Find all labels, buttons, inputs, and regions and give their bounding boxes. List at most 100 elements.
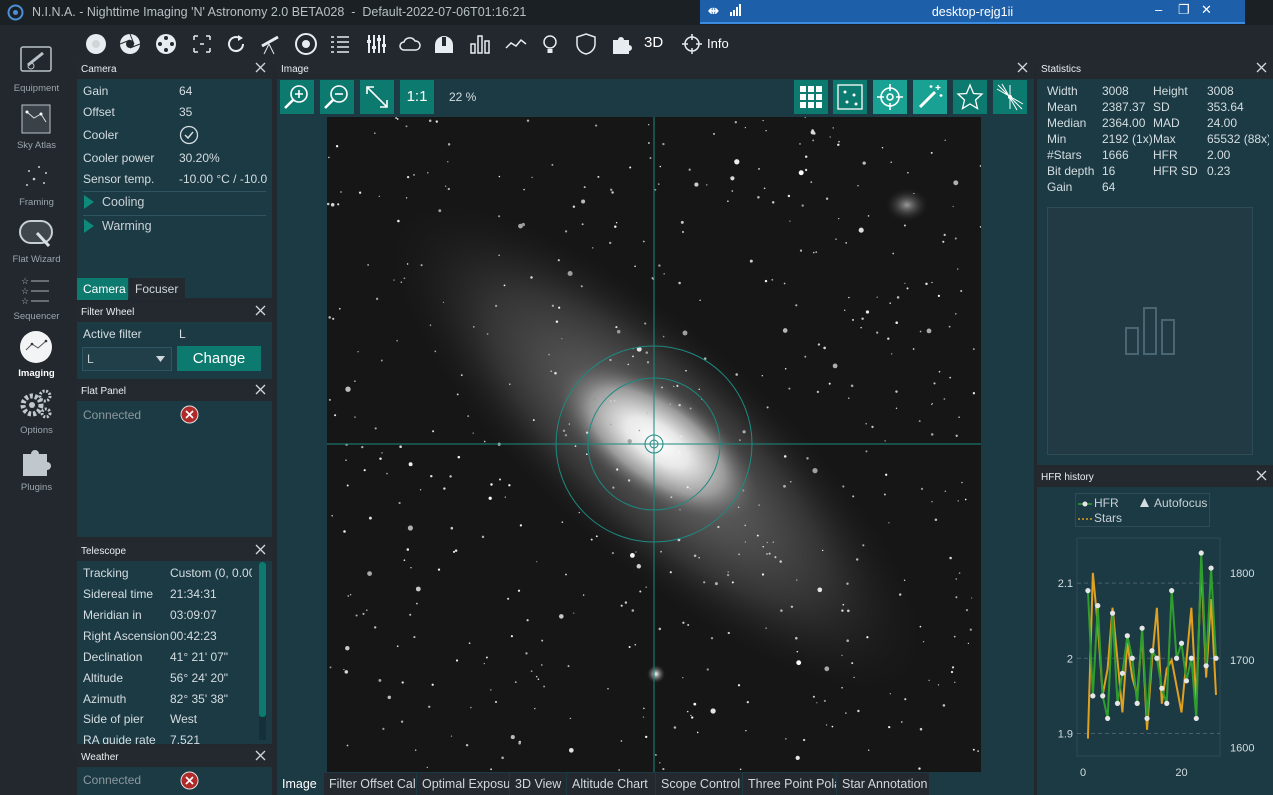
telescope-icon[interactable] [258,32,282,56]
restore-icon[interactable]: ❐ [1178,2,1190,18]
guider-icon[interactable] [294,32,318,56]
tab-image[interactable]: Image [277,773,323,795]
close-icon[interactable] [1256,62,1267,73]
star [925,282,928,286]
nav-equipment[interactable]: Equipment [0,40,73,96]
star [432,430,435,433]
star [635,551,637,553]
close-icon[interactable] [1017,62,1028,73]
change-filter-button[interactable]: Change [177,346,261,371]
dome-icon[interactable] [432,32,456,56]
tab-altitude-chart[interactable]: Altitude Chart [567,773,655,795]
safety-shield-icon[interactable] [574,32,598,56]
star [889,693,891,695]
fit-to-screen-button[interactable] [360,80,394,114]
star [573,612,575,614]
hfr-history-icon[interactable] [504,32,528,56]
stat-label: HFR [1153,148,1178,162]
tab-star-annotation[interactable]: Star Annotation [837,773,929,795]
star [828,382,831,385]
camera-panel: Camera Gain 64 Offset 35 Cooler Cooler p… [77,60,272,300]
stat-label: Min [1047,132,1067,146]
close-icon[interactable] [255,544,266,555]
close-icon[interactable] [255,62,266,73]
stat-label: Median [1047,116,1087,130]
star [681,230,685,234]
weather-cloud-icon[interactable] [398,32,422,56]
focuser-icon[interactable] [190,32,214,56]
scrollbar[interactable] [259,562,266,740]
tab-scope-control[interactable]: Scope Control [656,773,742,795]
hfr-history-panel: HFR history HFR Autofocus Stars 2.1 2 1.9 1… [1037,468,1273,795]
star [810,130,815,135]
star [954,237,957,240]
captured-image[interactable] [327,117,981,772]
shutter-icon[interactable] [118,32,142,56]
nav-plugins[interactable]: Plugins [0,439,73,495]
svg-text:☆: ☆ [21,286,29,296]
info-button[interactable]: Info [707,36,729,51]
star [373,626,377,629]
star [892,252,895,255]
zoom-one-to-one-button[interactable]: 1:1 [400,80,434,114]
nav-options[interactable]: Options [0,382,73,438]
nav-flat-wizard[interactable]: Flat Wizard [0,211,73,267]
bulb-icon[interactable] [538,32,562,56]
nav-framing[interactable]: Framing [0,154,73,210]
statistics-bar-icon[interactable] [468,32,492,56]
scrollbar-thumb[interactable] [259,562,266,717]
plugin-puzzle-icon[interactable] [610,32,634,56]
info-crosshair-icon[interactable] [680,32,704,56]
star-annotate-button[interactable] [953,80,987,114]
close-icon[interactable] [1256,470,1267,481]
view-3d-button[interactable]: 3D [644,34,663,51]
switch-icon[interactable] [364,32,388,56]
star [328,398,331,401]
minimize-icon[interactable]: – [1155,2,1162,17]
crosshair-button[interactable] [873,80,907,114]
stat-value: 0.23 [1207,164,1231,178]
star [832,363,838,369]
tab-optimal-exposure[interactable]: Optimal Exposu [417,773,509,795]
grid-overlay-button[interactable] [794,80,828,114]
close-icon[interactable]: ✕ [1201,2,1212,18]
tab-filter-offset[interactable]: Filter Offset Cal [324,773,416,795]
tab-camera[interactable]: Camera [77,278,128,300]
left-navigation: Equipment Sky Atlas Framing Flat Wizard … [0,25,73,795]
cooler-power-label: Cooler power [83,151,155,165]
star [742,489,745,492]
star [616,329,621,334]
sequence-list-icon[interactable] [328,32,352,56]
stat-value: 24.00 [1207,116,1238,130]
remote-connection-bar[interactable]: ⇹ desktop-rejg1ii – ❐ ✕ [700,0,1245,24]
nav-imaging[interactable]: Imaging [0,325,73,381]
close-icon[interactable] [255,384,266,395]
close-icon[interactable] [255,305,266,316]
star [906,287,909,290]
star [403,559,406,562]
star [430,475,433,478]
bahtinov-button[interactable] [993,80,1027,114]
tab-three-point-polar[interactable]: Three Point Pola [743,773,836,795]
star [431,683,434,686]
star [627,479,631,482]
tab-3d-view[interactable]: 3D View [510,773,566,795]
zoom-out-button[interactable] [320,80,354,114]
nav-sequencer[interactable]: ☆ ☆ ☆ Sequencer [0,268,73,324]
filter-select[interactable]: L [82,347,172,371]
star [745,730,747,732]
sun-disk-icon[interactable] [84,32,108,56]
star [498,175,501,178]
rotator-icon[interactable] [224,32,248,56]
zoom-in-button[interactable] [280,80,314,114]
auto-stretch-button[interactable] [913,80,947,114]
stat-label: Width [1047,84,1078,98]
nav-sky-atlas[interactable]: Sky Atlas [0,97,73,153]
star [534,707,536,710]
tab-focuser[interactable]: Focuser [129,278,185,300]
filter-wheel-icon[interactable] [154,32,178,56]
star [771,201,775,204]
star [785,738,787,740]
detect-stars-button[interactable] [833,80,867,114]
close-icon[interactable] [255,750,266,761]
